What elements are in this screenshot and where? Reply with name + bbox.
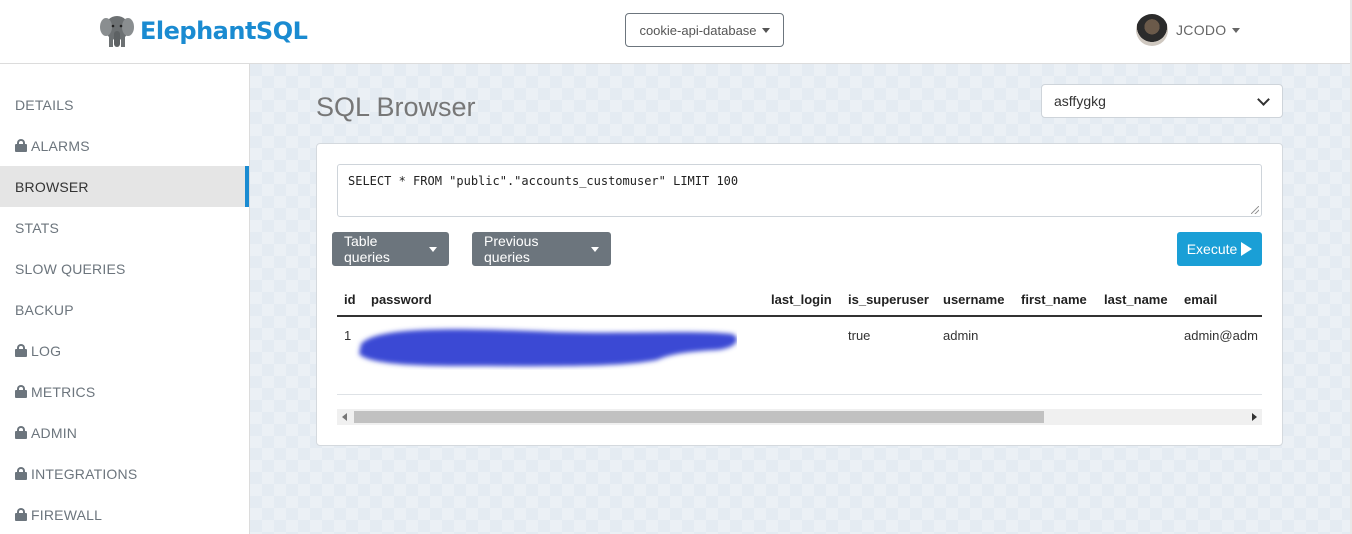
table-cell: admin (943, 328, 979, 343)
horizontal-scrollbar[interactable] (337, 409, 1262, 425)
table-cell (764, 316, 841, 354)
caret-down-icon (761, 27, 770, 33)
previous-queries-label: Previous queries (484, 233, 539, 265)
sidebar-item-label: STATS (15, 219, 60, 236)
app-name: ElephantSQL (140, 17, 308, 45)
sidebar-item-backup[interactable]: BACKUP (0, 289, 249, 330)
query-text: SELECT * FROM "public"."accounts_customu… (348, 174, 739, 188)
sidebar: DETAILS ALARMS BROWSER STATS SLOW QUERIE… (0, 64, 250, 534)
sidebar-item-label: ALARMS (31, 137, 90, 154)
caret-down-icon (1231, 27, 1240, 33)
execute-button[interactable]: Execute (1177, 232, 1262, 266)
elephantsql-logo[interactable]: ElephantSQL (100, 12, 308, 50)
caret-down-icon (429, 246, 437, 252)
page-title: SQL Browser (316, 92, 476, 122)
caret-down-icon (591, 246, 599, 252)
scroll-left-icon[interactable] (342, 413, 347, 421)
column-header[interactable]: id (337, 284, 364, 317)
sidebar-item-label: DETAILS (15, 96, 74, 113)
connection-select[interactable]: asffygkg (1041, 84, 1283, 118)
sidebar-item-integrations[interactable]: INTEGRATIONS (0, 453, 249, 494)
query-textarea[interactable]: SELECT * FROM "public"."accounts_customu… (337, 164, 1262, 217)
sidebar-item-label: BROWSER (15, 178, 89, 195)
sidebar-item-label: INTEGRATIONS (31, 465, 138, 482)
avatar (1136, 14, 1168, 46)
redaction-scribble (359, 329, 737, 367)
lock-icon (15, 344, 27, 357)
sidebar-item-label: METRICS (31, 383, 96, 400)
table-cell (1097, 316, 1177, 354)
sidebar-item-metrics[interactable]: METRICS (0, 371, 249, 412)
scrollbar-thumb[interactable] (354, 411, 1044, 423)
database-dropdown[interactable]: cookie-api-database (625, 13, 784, 47)
sidebar-item-browser[interactable]: BROWSER (0, 166, 249, 207)
lock-icon (15, 385, 27, 398)
sidebar-item-stats[interactable]: STATS (0, 207, 249, 248)
chevron-down-icon (1257, 93, 1270, 106)
sidebar-item-firewall[interactable]: FIREWALL (0, 494, 249, 534)
lock-icon (15, 426, 27, 439)
user-menu[interactable]: JCODO (1136, 14, 1240, 46)
sidebar-item-log[interactable]: LOG (0, 330, 249, 371)
table-cell: admin@adm (1184, 328, 1258, 343)
table-divider (337, 394, 1262, 395)
column-header[interactable]: last_name (1097, 284, 1177, 317)
lock-icon (15, 508, 27, 521)
elephant-icon (100, 16, 134, 47)
column-header[interactable]: email (1177, 284, 1262, 317)
sql-browser-card: SELECT * FROM "public"."accounts_customu… (316, 143, 1283, 446)
column-header[interactable]: username (936, 284, 1014, 317)
main-content: SQL Browser asffygkg SELECT * FROM "publ… (250, 64, 1350, 534)
play-icon (1241, 242, 1253, 256)
sidebar-item-details[interactable]: DETAILS (0, 84, 249, 125)
sidebar-item-admin[interactable]: ADMIN (0, 412, 249, 453)
user-name: JCODO (1176, 22, 1227, 38)
table-queries-label: Table queries (344, 233, 390, 265)
top-navbar: ElephantSQL cookie-api-database JCODO (0, 0, 1352, 64)
lock-icon (15, 467, 27, 480)
scroll-right-icon[interactable] (1252, 413, 1257, 421)
table-header-row: id password last_login is_superuser user… (337, 284, 1262, 317)
sidebar-item-slow-queries[interactable]: SLOW QUERIES (0, 248, 249, 289)
lock-icon (15, 139, 27, 152)
table-cell: true (848, 328, 871, 343)
table-queries-button[interactable]: Table queries (332, 232, 449, 266)
connection-select-value: asffygkg (1054, 93, 1106, 109)
sidebar-item-label: ADMIN (31, 424, 78, 441)
database-dropdown-label: cookie-api-database (639, 22, 757, 38)
column-header[interactable]: password (364, 284, 764, 317)
sidebar-item-alarms[interactable]: ALARMS (0, 125, 249, 166)
sidebar-item-label: BACKUP (15, 301, 74, 318)
execute-label: Execute (1186, 241, 1238, 257)
sidebar-item-label: FIREWALL (31, 506, 103, 523)
sidebar-item-label: SLOW QUERIES (15, 260, 126, 277)
previous-queries-button[interactable]: Previous queries (472, 232, 611, 266)
column-header[interactable]: first_name (1014, 284, 1097, 317)
column-header[interactable]: is_superuser (841, 284, 936, 317)
resize-handle-icon[interactable] (1251, 206, 1259, 214)
column-header[interactable]: last_login (764, 284, 841, 317)
sidebar-item-label: LOG (31, 342, 62, 359)
table-cell (1014, 316, 1097, 354)
